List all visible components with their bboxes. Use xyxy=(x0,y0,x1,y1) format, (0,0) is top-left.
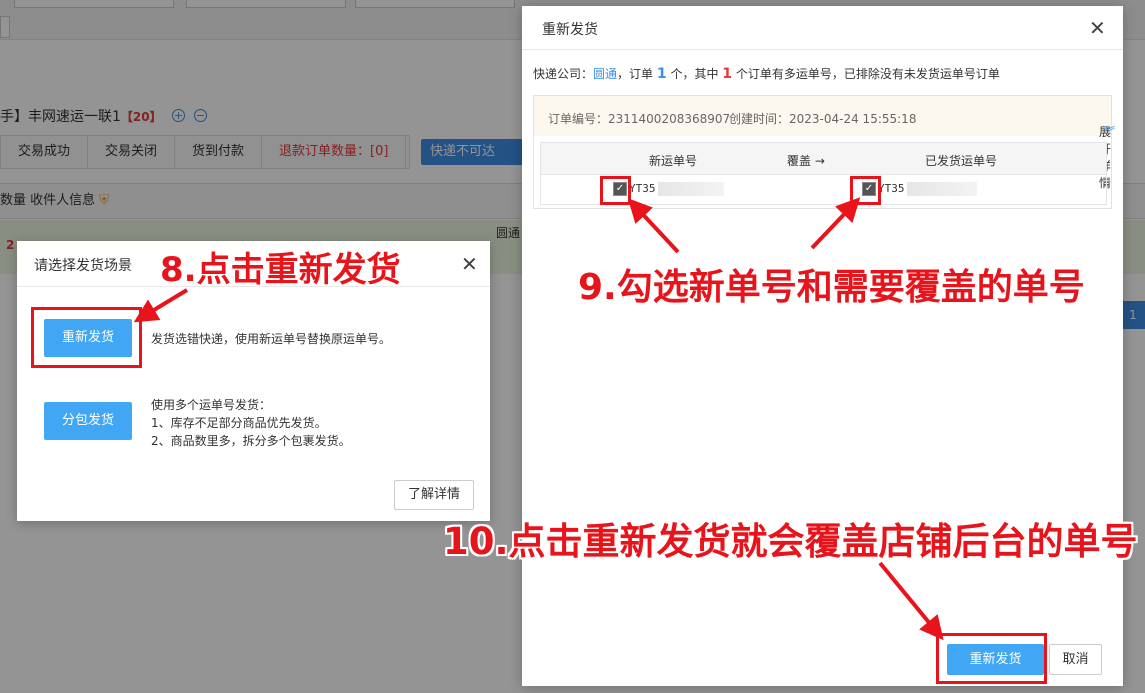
arrow-to-reship-scene xyxy=(133,288,189,323)
annotation-arrows xyxy=(133,197,944,641)
arrow-to-new-checkbox xyxy=(627,198,680,254)
annotation-step10: 10.点击重新发货就会覆盖店铺后台的单号 xyxy=(443,520,1138,563)
annotation-step9: 9.勾选新单号和需要覆盖的单号 xyxy=(578,267,1085,308)
arrow-to-shipped-checkbox xyxy=(810,197,861,250)
arrow-to-confirm-button xyxy=(878,561,944,641)
annotation-step8: 8.点击重新发货 xyxy=(160,250,401,290)
